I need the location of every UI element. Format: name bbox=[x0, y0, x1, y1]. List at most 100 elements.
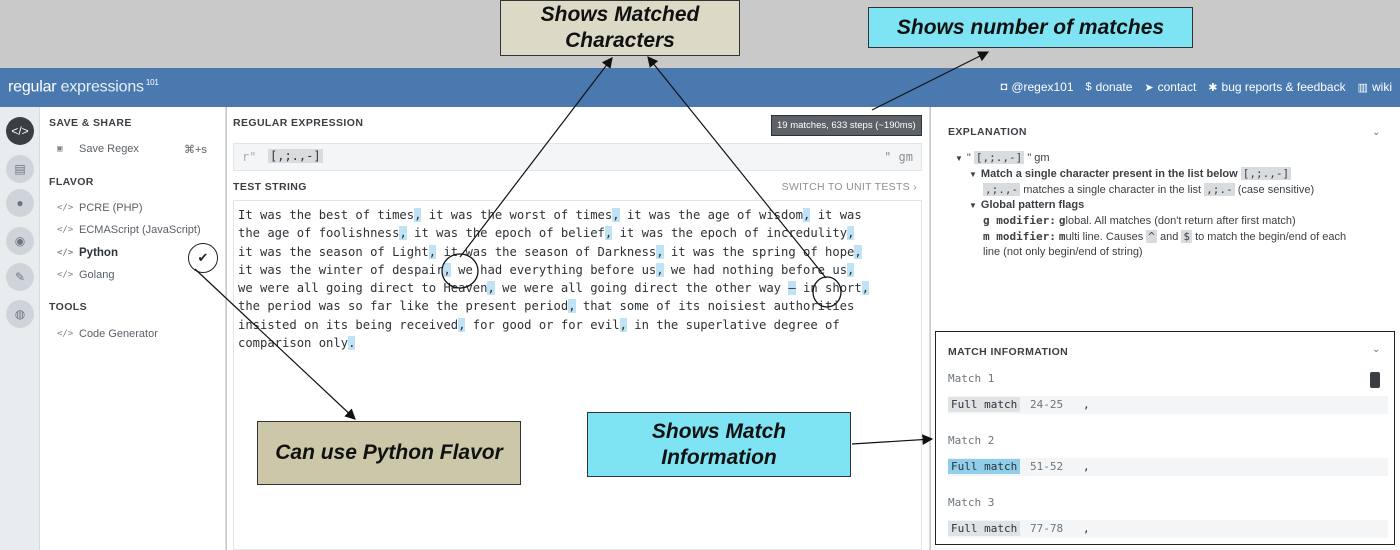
test-text-segment: we had nothing before us bbox=[663, 262, 848, 277]
test-text-segment: we were all going direct to Heaven bbox=[238, 281, 488, 296]
match-value: , bbox=[1083, 522, 1090, 535]
test-text-segment: the age of foolishness bbox=[238, 226, 400, 241]
chevron-down-icon[interactable]: ⌄ bbox=[1372, 127, 1380, 138]
exp-m-first: m bbox=[1058, 230, 1066, 243]
exp-g-first: g bbox=[1058, 214, 1066, 227]
explanation-regex-line: ▼ " [,;.,-] " gm bbox=[955, 150, 1395, 166]
match-label: Match 3 bbox=[948, 496, 995, 509]
regex-field[interactable]: r" [,;.,-] " gm bbox=[233, 143, 922, 171]
test-string-line: It was the best of times, it was the wor… bbox=[238, 206, 918, 224]
nav-label: wiki bbox=[1372, 80, 1392, 94]
settings-wrench-icon[interactable]: ✎ bbox=[6, 263, 34, 291]
exp-m-desc1: ulti line. Causes bbox=[1065, 231, 1144, 243]
test-text-segment: in the superlative degree of bbox=[626, 317, 840, 332]
full-match-tag: Full match bbox=[948, 521, 1021, 536]
explanation-body: ▼ " [,;.,-] " gm ▼ Match a single characte… bbox=[955, 150, 1395, 260]
top-nav-bar: regular expressions 101 ◘ @regex101 $ donat… bbox=[0, 68, 1400, 107]
exp-m-modifier: m modifier: multi line. Causes ^ and $ t… bbox=[983, 229, 1395, 245]
nav-contact[interactable]: ➤ contact bbox=[1144, 80, 1196, 94]
exp-case-note: (case sensitive) bbox=[1237, 184, 1315, 196]
nav-twitter[interactable]: ◘ @regex101 bbox=[1001, 80, 1074, 94]
quiz-icon[interactable]: ◉ bbox=[6, 227, 34, 255]
match-highlight: . bbox=[348, 336, 356, 351]
nav-wiki[interactable]: ▥ wiki bbox=[1358, 80, 1392, 94]
site-logo[interactable]: regular expressions 101 bbox=[8, 78, 159, 96]
flavor-golang[interactable]: </> Golang bbox=[57, 269, 114, 281]
logo-sup: 101 bbox=[145, 78, 159, 87]
match-highlight: , bbox=[612, 208, 620, 222]
explanation-heading: EXPLANATION bbox=[948, 126, 1027, 138]
sidebar: SAVE & SHARE ▣ Save Regex ⌘+s FLAVOR </>… bbox=[40, 107, 226, 550]
exp-m-desc2: to match the begin/end of each bbox=[1195, 231, 1347, 243]
exp-g-desc: lobal. All matches (don't return after f… bbox=[1065, 215, 1296, 227]
bank-icon: ▥ bbox=[1357, 81, 1368, 94]
library-icon[interactable]: ▤ bbox=[6, 155, 34, 183]
exp-close: " gm bbox=[1027, 152, 1050, 164]
match-highlight: — bbox=[788, 281, 796, 296]
chat-icon[interactable]: ◍ bbox=[6, 300, 34, 328]
nav-donate[interactable]: $ donate bbox=[1086, 80, 1133, 94]
test-text-segment: it was the season of Darkness bbox=[436, 244, 657, 259]
icon-rail: </> ▤ ● ◉ ✎ ◍ bbox=[0, 107, 40, 550]
match-range: 77-78 bbox=[1030, 522, 1064, 535]
copy-icon[interactable] bbox=[1370, 372, 1380, 388]
twitter-icon: ◘ bbox=[1000, 81, 1008, 93]
test-text-segment: in short bbox=[795, 281, 862, 296]
test-text-segment: it was the season of Light bbox=[238, 244, 429, 259]
test-text-segment: comparison only bbox=[238, 336, 349, 351]
flavor-pcre[interactable]: </> PCRE (PHP) bbox=[57, 202, 143, 214]
regex-flags-value: gm bbox=[898, 150, 913, 164]
flavor-label: ECMAScript (JavaScript) bbox=[79, 224, 201, 236]
code-icon: </> bbox=[57, 225, 74, 235]
match-highlight: , bbox=[847, 262, 855, 277]
test-text-segment: we were all going direct the other way bbox=[494, 281, 789, 296]
exp-list-chars2: ,;.- bbox=[1204, 183, 1235, 196]
exp-list-chars: ,;.,- bbox=[983, 183, 1021, 196]
match-row[interactable]: Full match 24-25 , bbox=[948, 396, 1388, 414]
test-text-segment: for good or for evil bbox=[465, 317, 620, 332]
match-highlight: , bbox=[861, 281, 870, 296]
test-string-area[interactable]: It was the best of times, it was the wor… bbox=[233, 200, 922, 550]
test-text-segment: it was the age of wisdom bbox=[619, 208, 804, 222]
caret-down-icon: ▼ bbox=[969, 170, 977, 179]
match-summary-badge: 19 matches, 633 steps (~190ms) bbox=[771, 115, 922, 136]
match-row[interactable]: Full match 77-78 , bbox=[948, 520, 1388, 538]
nav-bug-reports[interactable]: ✱ bug reports & feedback bbox=[1208, 80, 1345, 94]
test-text-segment: it was bbox=[810, 208, 862, 222]
exp-match-single-title: Match a single character present in the … bbox=[980, 168, 1238, 180]
nav-label: donate bbox=[1095, 80, 1133, 94]
logo-text-thin: expressions bbox=[60, 78, 144, 96]
match-range: 51-52 bbox=[1030, 460, 1064, 473]
regex-editor-icon[interactable]: </> bbox=[6, 117, 34, 145]
regex-input[interactable]: [,;.,-] bbox=[268, 149, 323, 163]
exp-list-desc: matches a single character in the list bbox=[1023, 184, 1202, 196]
exp-token: [,;.,-] bbox=[1240, 167, 1292, 180]
exp-open: " bbox=[966, 152, 971, 164]
code-generator-link[interactable]: </> Code Generator bbox=[57, 328, 158, 340]
callout-line: Shows Match bbox=[651, 419, 787, 443]
match-row[interactable]: Full match 51-52 , bbox=[948, 458, 1388, 476]
exp-caret: ^ bbox=[1146, 230, 1157, 243]
flavor-label: PCRE (PHP) bbox=[79, 202, 143, 214]
exp-match-single: ▼ Match a single character present in the… bbox=[969, 166, 1395, 182]
chevron-down-icon[interactable]: ⌄ bbox=[1372, 344, 1380, 355]
test-string-text[interactable]: It was the best of times, it was the wor… bbox=[238, 206, 918, 352]
match-highlight: , bbox=[847, 226, 855, 241]
exp-g-mod: g modifier: bbox=[983, 214, 1056, 227]
full-match-tag: Full match bbox=[948, 397, 1021, 412]
regex-flags[interactable]: " gm bbox=[884, 150, 913, 164]
flavor-ecmascript[interactable]: </> ECMAScript (JavaScript) bbox=[57, 224, 201, 236]
match-information-panel: MATCH INFORMATION ⌄ Match 1 Full match 2… bbox=[935, 331, 1395, 545]
flavor-python[interactable]: </> Python bbox=[57, 247, 118, 259]
switch-to-unit-tests-link[interactable]: SWITCH TO UNIT TESTS › bbox=[782, 181, 917, 193]
exp-list-line: ,;.,- matches a single character in the … bbox=[983, 182, 1395, 198]
match-highlight: , bbox=[487, 281, 495, 296]
save-regex-button[interactable]: ▣ Save Regex ⌘+s bbox=[57, 143, 207, 156]
callout-line: Characters bbox=[565, 29, 675, 52]
exp-global-title: Global pattern flags bbox=[980, 199, 1085, 211]
match-highlight: , bbox=[619, 317, 627, 332]
user-icon[interactable]: ● bbox=[6, 189, 34, 217]
match-range: 24-25 bbox=[1030, 398, 1064, 411]
test-text-segment: the period was so far like the present p… bbox=[238, 299, 569, 314]
match-label: Match 1 bbox=[948, 372, 995, 385]
